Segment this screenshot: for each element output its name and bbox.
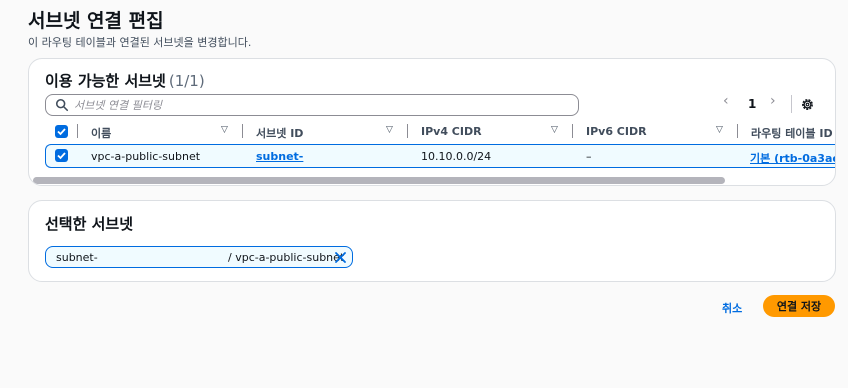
column-divider bbox=[407, 124, 408, 138]
sort-caret-icon[interactable]: ▽ bbox=[551, 125, 558, 135]
pager-page-number[interactable]: 1 bbox=[748, 97, 756, 117]
column-header-name[interactable]: 이름 bbox=[91, 125, 111, 141]
sort-caret-icon[interactable]: ▽ bbox=[386, 125, 393, 135]
token-subnet-name: / vpc-a-public-subnet bbox=[228, 251, 345, 264]
checkbox-checked-icon bbox=[57, 128, 66, 136]
subnet-filter-input[interactable] bbox=[74, 96, 564, 114]
cell-name: vpc-a-public-subnet bbox=[91, 150, 201, 163]
sort-caret-icon[interactable]: ▽ bbox=[221, 125, 228, 135]
subnet-filter[interactable] bbox=[45, 94, 579, 116]
available-subnets-title: 이용 가능한 서브넷 bbox=[45, 72, 166, 90]
pager-divider bbox=[791, 95, 792, 113]
select-all-checkbox[interactable] bbox=[55, 125, 68, 138]
column-header-ipv4-cidr[interactable]: IPv4 CIDR bbox=[421, 125, 482, 138]
column-divider bbox=[242, 124, 243, 138]
column-divider bbox=[77, 124, 78, 138]
column-divider bbox=[737, 124, 738, 138]
cell-subnet-id-link[interactable]: subnet- bbox=[256, 150, 303, 163]
column-divider bbox=[572, 124, 573, 138]
save-association-button[interactable]: 연결 저장 bbox=[763, 295, 835, 317]
page-title: 서브넷 연결 편집 bbox=[28, 10, 164, 32]
pager-prev-button[interactable]: ‹ bbox=[723, 93, 729, 113]
pager-next-button[interactable]: › bbox=[770, 93, 776, 113]
cancel-button[interactable]: 취소 bbox=[722, 300, 742, 316]
close-icon[interactable] bbox=[334, 251, 347, 264]
available-subnets-count: (1/1) bbox=[168, 72, 205, 90]
selected-subnets-title: 선택한 서브넷 bbox=[45, 215, 134, 233]
page-description: 이 라우팅 테이블과 연결된 서브넷을 변경합니다. bbox=[28, 36, 252, 49]
available-subnets-header: 이용 가능한 서브넷 (1/1) bbox=[45, 70, 205, 91]
available-subnets-panel: 이용 가능한 서브넷(1/1) ‹ 1 › 이름 ▽ 서브넷 ID ▽ IPv4… bbox=[28, 58, 836, 186]
cell-ipv4-cidr: 10.10.0.0/24 bbox=[421, 150, 492, 163]
cell-route-table-id-link[interactable]: 기본 (rtb-0a3ac2 bbox=[750, 150, 835, 166]
column-header-route-table-id[interactable]: 라우팅 테이블 ID bbox=[751, 125, 833, 141]
column-header-ipv6-cidr[interactable]: IPv6 CIDR bbox=[586, 125, 647, 138]
column-header-subnet-id[interactable]: 서브넷 ID bbox=[256, 125, 303, 141]
token-subnet-id: subnet- bbox=[56, 251, 98, 264]
search-icon bbox=[55, 98, 69, 112]
selected-subnet-token: subnet- / vpc-a-public-subnet bbox=[45, 246, 353, 268]
cell-ipv6-cidr: – bbox=[586, 150, 592, 163]
row-checkbox[interactable] bbox=[55, 149, 68, 162]
checkbox-checked-icon bbox=[57, 152, 66, 160]
token-redacted-area bbox=[114, 250, 224, 264]
selected-subnets-panel: 선택한 서브넷 subnet- / vpc-a-public-subnet bbox=[28, 200, 836, 282]
table-header: 이름 ▽ 서브넷 ID ▽ IPv4 CIDR ▽ IPv6 CIDR ▽ 라우… bbox=[45, 122, 835, 142]
horizontal-scrollbar[interactable] bbox=[33, 177, 725, 184]
settings-icon[interactable] bbox=[800, 97, 815, 112]
table-row[interactable]: vpc-a-public-subnet subnet- 10.10.0.0/24… bbox=[45, 144, 835, 168]
sort-caret-icon[interactable]: ▽ bbox=[716, 125, 723, 135]
